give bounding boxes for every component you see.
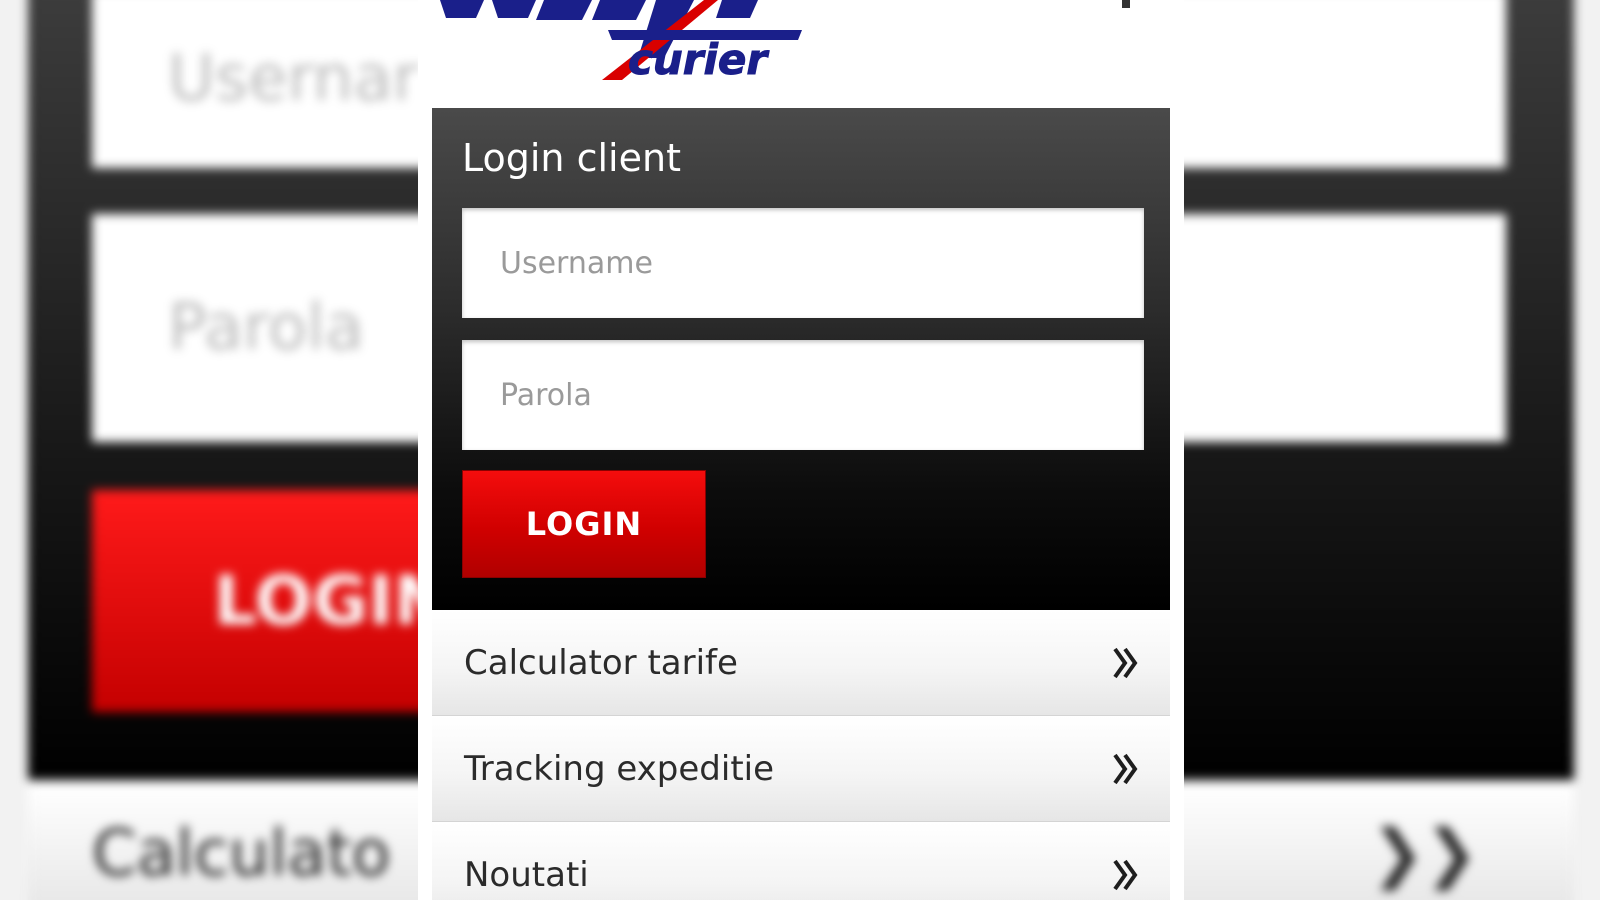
login-panel: Login client LOGIN — [432, 108, 1170, 610]
double-chevron-right-icon — [1113, 753, 1138, 784]
password-input[interactable] — [462, 340, 1144, 450]
menu-item-label: Noutati — [464, 854, 589, 895]
menu-item-calculator-tarife[interactable]: Calculator tarife — [432, 610, 1170, 716]
status-dot — [1122, 0, 1130, 8]
menu-item-tracking-expeditie[interactable]: Tracking expeditie — [432, 716, 1170, 822]
double-chevron-right-icon — [1113, 859, 1138, 890]
double-chevron-right-icon — [1113, 647, 1138, 678]
bg-password-text: Parola — [168, 291, 364, 365]
phone-screen: curier Login client LOGIN Calculator tar… — [418, 0, 1184, 900]
username-input[interactable] — [462, 208, 1144, 318]
bg-username-text: Usernar — [168, 42, 419, 116]
menu-item-noutati[interactable]: Noutati — [432, 822, 1170, 900]
menu-item-label: Tracking expeditie — [464, 748, 775, 789]
main-menu: Calculator tarife Tracking expeditie Nou… — [432, 610, 1170, 900]
brand-logo: curier — [440, 0, 802, 82]
login-title: Login client — [462, 136, 681, 180]
bg-double-chevron-right-icon: ❯❯ — [1370, 817, 1478, 891]
bg-login-button-label: LOGIN — [213, 561, 451, 641]
bg-menu-item-label: Calculato — [92, 817, 391, 891]
svg-text:curier: curier — [628, 35, 769, 82]
login-button[interactable]: LOGIN — [462, 470, 706, 578]
menu-item-label: Calculator tarife — [464, 642, 738, 683]
